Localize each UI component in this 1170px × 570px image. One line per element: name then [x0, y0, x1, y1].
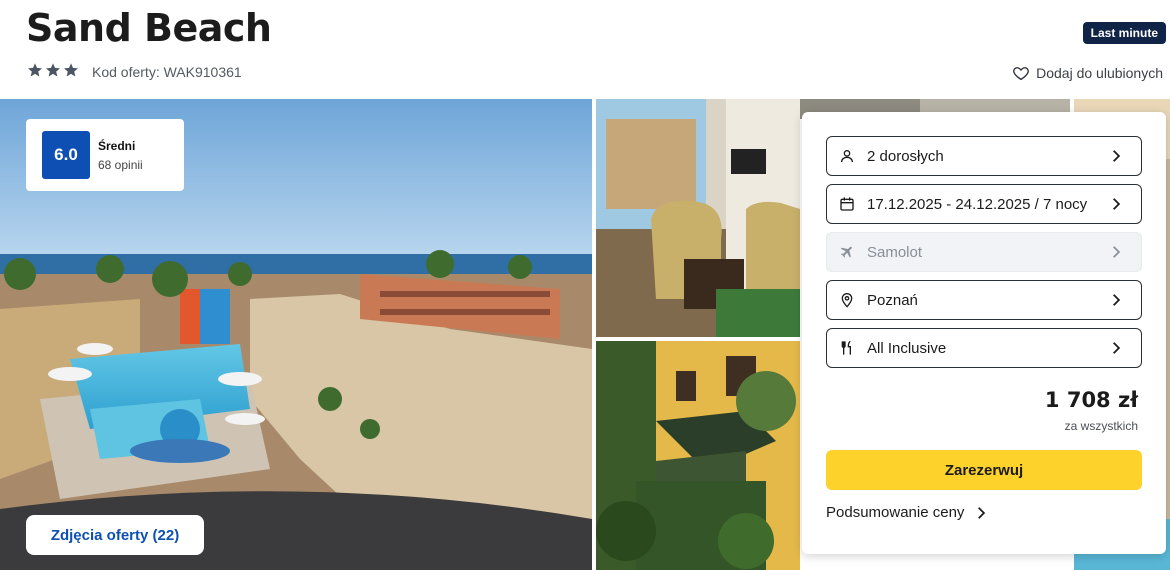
- rating-count: 68 opinii: [98, 157, 143, 172]
- chevron-right-icon: [1113, 198, 1121, 210]
- chevron-right-icon: [978, 506, 986, 519]
- total-price: 1 708 zł: [1044, 388, 1138, 412]
- rating-label: Średni: [98, 138, 136, 153]
- dates-field[interactable]: 17.12.2025 - 24.12.2025 / 7 nocy: [826, 184, 1142, 224]
- transport-value: Samolot: [867, 243, 923, 261]
- price-note: za wszystkich: [1064, 419, 1138, 433]
- travellers-value: 2 dorosłych: [867, 147, 944, 165]
- chevron-right-icon: [1113, 294, 1121, 306]
- price-summary-link[interactable]: Podsumowanie ceny: [826, 504, 988, 521]
- rating-card[interactable]: 6.0 Średni 68 opinii: [26, 119, 184, 191]
- calendar-icon: [840, 197, 854, 211]
- booking-panel: 2 dorosłych 17.12.2025 - 24.12.2025 / 7 …: [802, 112, 1166, 554]
- hotel-title: Sand Beach: [26, 6, 272, 50]
- transport-field: Samolot: [826, 232, 1142, 272]
- add-to-favorites-label: Dodaj do ulubionych: [1036, 65, 1163, 81]
- book-button[interactable]: Zarezerwuj: [826, 450, 1142, 490]
- travellers-field[interactable]: 2 dorosłych: [826, 136, 1142, 176]
- departure-city-value: Poznań: [867, 291, 918, 309]
- star-icon: [64, 63, 78, 77]
- cutlery-icon: [841, 340, 851, 355]
- rating-score: 6.0: [42, 131, 90, 179]
- heart-icon: [1013, 67, 1029, 81]
- star-icon: [46, 63, 60, 77]
- board-type-field[interactable]: All Inclusive: [826, 328, 1142, 368]
- star-rating: [27, 62, 79, 78]
- chevron-right-icon: [1113, 246, 1121, 258]
- plane-icon: [840, 246, 852, 258]
- location-pin-icon: [841, 293, 853, 308]
- chevron-right-icon: [1113, 150, 1121, 162]
- exterior-photo[interactable]: [596, 341, 800, 570]
- star-icon: [28, 63, 42, 77]
- board-type-value: All Inclusive: [867, 339, 947, 357]
- offer-code: Kod oferty: WAK910361: [92, 64, 242, 80]
- departure-city-field[interactable]: Poznań: [826, 280, 1142, 320]
- price-summary-label: Podsumowanie ceny: [826, 504, 965, 521]
- chevron-right-icon: [1113, 342, 1121, 354]
- room-photo[interactable]: [596, 99, 800, 337]
- last-minute-badge: Last minute: [1082, 22, 1166, 44]
- dates-value: 17.12.2025 - 24.12.2025 / 7 nocy: [867, 195, 1088, 213]
- rating-text: Średni 68 opinii: [98, 139, 143, 172]
- view-photos-button[interactable]: Zdjęcia oferty (22): [26, 515, 204, 555]
- add-to-favorites-button[interactable]: Dodaj do ulubionych: [1012, 64, 1163, 82]
- person-icon: [841, 150, 853, 163]
